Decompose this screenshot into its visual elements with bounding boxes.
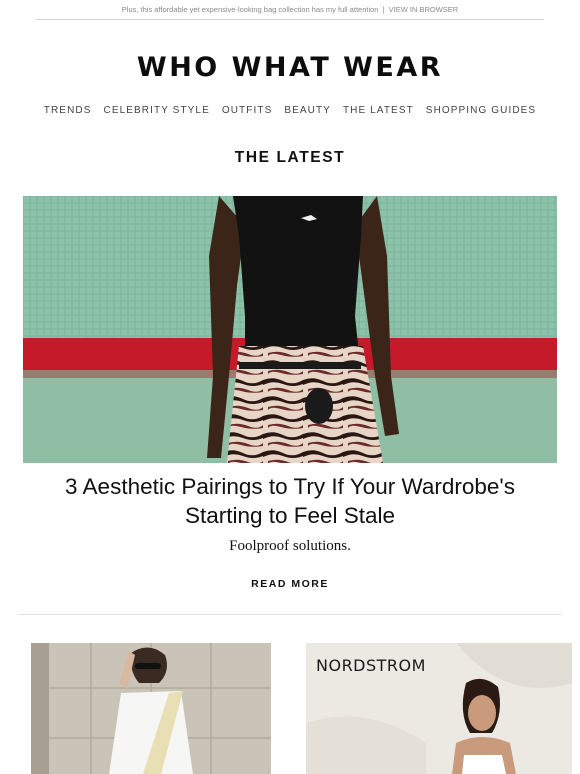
site-logo[interactable]: WHO WHAT WEAR [0,52,580,83]
nav-item-celebrity-style[interactable]: CELEBRITY STYLE [104,105,210,116]
hero-image[interactable] [23,196,557,463]
nav-item-beauty[interactable]: BEAUTY [284,105,331,116]
article-headline[interactable]: 3 Aesthetic Pairings to Try If Your Ward… [60,472,520,530]
nav-item-trends[interactable]: TRENDS [44,105,92,116]
read-more-link[interactable]: READ MORE [0,578,580,590]
section-divider [18,614,562,615]
top-divider [36,19,544,20]
preheader-separator: | [382,5,385,14]
nordstrom-brand-label: NORDSTROM [316,656,426,675]
nav-item-outfits[interactable]: OUTFITS [222,105,272,116]
nav-item-shopping-guides[interactable]: SHOPPING GUIDES [426,105,536,116]
preheader: Plus, this affordable yet expensive-look… [0,5,580,14]
preheader-text: Plus, this affordable yet expensive-look… [121,5,379,14]
card-image-left[interactable] [31,643,271,774]
article-dek: Foolproof solutions. [229,538,351,554]
section-title: THE LATEST [234,149,346,166]
card-image-right[interactable]: NORDSTROM [306,643,572,774]
view-in-browser-link[interactable]: VIEW IN BROWSER [389,5,459,14]
main-nav: TRENDS CELEBRITY STYLE OUTFITS BEAUTY TH… [0,105,580,116]
nav-item-the-latest[interactable]: THE LATEST [343,105,414,116]
